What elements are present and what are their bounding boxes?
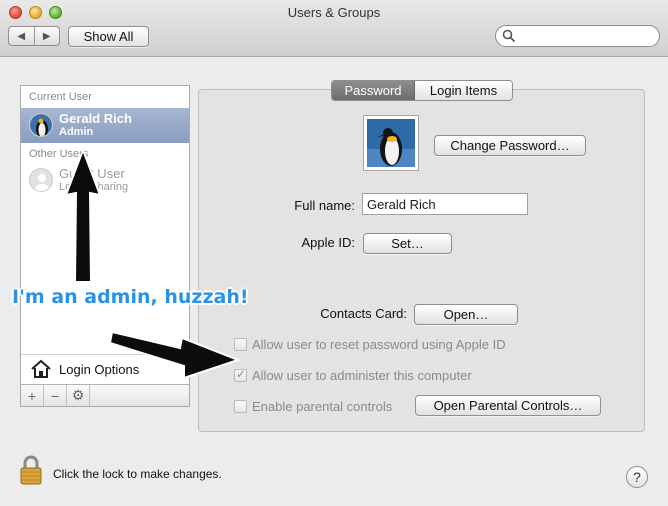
- arrow-right: [108, 330, 241, 380]
- arrow-up: [64, 147, 102, 283]
- lock-icon[interactable]: [19, 455, 43, 488]
- help-button[interactable]: ?: [626, 466, 648, 488]
- annotation-arrows: [64, 147, 241, 380]
- lock-message: Click the lock to make changes.: [53, 467, 222, 481]
- annotation-caption: I'm an admin, huzzah!: [12, 286, 249, 308]
